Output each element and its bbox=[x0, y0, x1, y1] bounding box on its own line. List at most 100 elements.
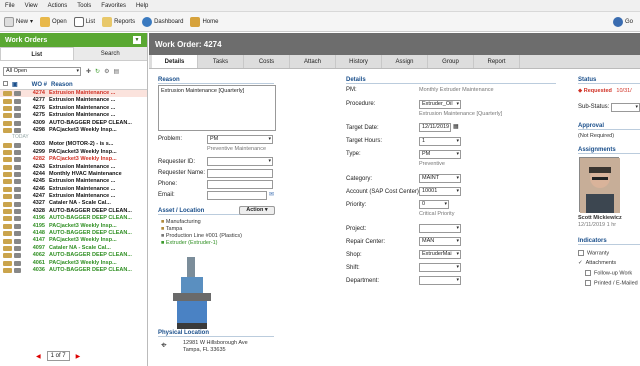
pager: ◀ 1 of 7 ▶ bbox=[30, 351, 86, 361]
table-row[interactable]: 4097 Cataler NA - Scale Cal... bbox=[0, 245, 147, 252]
open-button[interactable]: Open bbox=[40, 16, 67, 27]
asset-tree-item[interactable]: ■ Manufacturing bbox=[161, 219, 201, 225]
table-row[interactable]: 4298 PACjacket3 Weekly Insp... bbox=[0, 127, 147, 134]
indicator-printed[interactable]: Printed / E-Mailed bbox=[585, 280, 638, 286]
table-row[interactable]: 4246 Extrusion Maintenance ... bbox=[0, 186, 147, 193]
requester-name-label: Requester Name: bbox=[158, 170, 206, 176]
target-hours-select[interactable]: 1 bbox=[419, 137, 461, 146]
table-row[interactable]: 4062 AUTO-BAGGER DEEP CLEAN... bbox=[0, 252, 147, 259]
table-row[interactable]: 4243 Extrusion Maintenance ... bbox=[0, 164, 147, 171]
shift-select[interactable] bbox=[419, 263, 461, 272]
checkbox[interactable] bbox=[585, 270, 591, 276]
reports-button[interactable]: Reports bbox=[102, 16, 135, 27]
asset-tree-item[interactable]: ■ Production Line #001 (Plastics) bbox=[161, 233, 242, 239]
next-page-icon[interactable]: ▶ bbox=[76, 353, 81, 360]
indicator-follow-up[interactable]: Follow-up Work bbox=[585, 270, 632, 276]
table-row[interactable]: 4309 AUTO-BAGGER DEEP CLEAN... bbox=[0, 120, 147, 127]
go-button[interactable]: Go bbox=[612, 16, 633, 27]
priority-select[interactable]: 0 bbox=[419, 200, 449, 209]
table-row[interactable]: 4327 Cataler NA - Scale Cal... bbox=[0, 200, 147, 207]
tab-costs[interactable]: Costs bbox=[244, 55, 290, 68]
tab-list[interactable]: List bbox=[0, 47, 74, 60]
requester-name-field[interactable] bbox=[207, 169, 273, 178]
prev-page-icon[interactable]: ◀ bbox=[36, 353, 41, 360]
table-row[interactable]: 4299 PACjacket3 Weekly Insp... bbox=[0, 149, 147, 156]
menu-actions[interactable]: Actions bbox=[48, 3, 68, 9]
new-button[interactable]: New ▾ bbox=[4, 16, 33, 27]
tab-details[interactable]: Details bbox=[152, 55, 198, 68]
indicator-warranty[interactable]: Warranty bbox=[578, 250, 609, 256]
tab-search[interactable]: Search bbox=[74, 47, 148, 60]
repair-center-select[interactable]: MAN bbox=[419, 237, 461, 246]
indicator-attachments[interactable]: ✓ Attachments bbox=[578, 260, 616, 266]
columns-icon[interactable]: ▤ bbox=[113, 68, 119, 75]
settings-icon[interactable]: ⚙ bbox=[104, 68, 109, 75]
table-row[interactable]: 4196 AUTO-BAGGER DEEP CLEAN... bbox=[0, 215, 147, 222]
email-field[interactable] bbox=[207, 191, 267, 200]
filter-icon[interactable]: ✚ bbox=[86, 68, 91, 75]
project-select[interactable] bbox=[419, 224, 461, 233]
filter-select[interactable]: All Open bbox=[3, 66, 81, 76]
shop-select[interactable]: ExtruderMai bbox=[419, 250, 461, 259]
problem-select[interactable]: PM bbox=[207, 135, 273, 144]
tab-history[interactable]: History bbox=[336, 55, 382, 68]
table-row[interactable]: 4148 AUTO-BAGGER DEEP CLEAN... bbox=[0, 230, 147, 237]
requester-id-field[interactable] bbox=[207, 157, 273, 166]
assignee-name[interactable]: Scott Mickiewicz bbox=[578, 215, 622, 221]
tab-tasks[interactable]: Tasks bbox=[198, 55, 244, 68]
wo-column-header[interactable]: WO # bbox=[19, 82, 47, 88]
table-row[interactable]: 4328 AUTO-BAGGER DEEP CLEAN... bbox=[0, 208, 147, 215]
dashboard-button[interactable]: Dashboard bbox=[142, 16, 183, 27]
list-button[interactable]: List bbox=[73, 16, 95, 27]
chevron-down-icon[interactable]: ▼ bbox=[133, 36, 141, 44]
page-indicator[interactable]: 1 of 7 bbox=[46, 351, 70, 361]
menu-file[interactable]: File bbox=[5, 3, 15, 9]
table-row[interactable]: 4277 Extrusion Maintenance ... bbox=[0, 97, 147, 104]
calendar-icon[interactable]: ▦ bbox=[453, 123, 459, 130]
table-row[interactable]: 4282 PACjacket3 Weekly Insp... bbox=[0, 156, 147, 163]
table-row[interactable]: 4244 Monthly HVAC Maintenance bbox=[0, 171, 147, 178]
procedure-select[interactable]: Extruder_Oil bbox=[419, 100, 461, 109]
tab-group[interactable]: Group bbox=[428, 55, 474, 68]
target-date-field[interactable]: 12/11/2019 bbox=[419, 123, 451, 132]
list-header: ▣ WO # Reason bbox=[0, 80, 147, 90]
checkbox[interactable] bbox=[578, 250, 584, 256]
substatus-select[interactable] bbox=[611, 103, 640, 112]
table-row[interactable]: 4061 PACjacket3 Weekly Insp... bbox=[0, 260, 147, 267]
tab-attach[interactable]: Attach bbox=[290, 55, 336, 68]
refresh-icon[interactable]: ↻ bbox=[95, 68, 100, 75]
reason-column-header[interactable]: Reason bbox=[51, 82, 73, 88]
asset-tree-item[interactable]: ■ Extruder (Extruder-1) bbox=[161, 240, 218, 246]
menu-view[interactable]: View bbox=[25, 3, 38, 9]
avatar[interactable] bbox=[579, 157, 620, 213]
category-select[interactable]: MAINT bbox=[419, 174, 461, 183]
table-row[interactable]: 4036 AUTO-BAGGER DEEP CLEAN... bbox=[0, 267, 147, 274]
tab-report[interactable]: Report bbox=[474, 55, 520, 68]
priority-label: Priority: bbox=[346, 202, 367, 208]
table-row[interactable]: 4247 Extrusion Maintenance ... bbox=[0, 193, 147, 200]
menu-favorites[interactable]: Favorites bbox=[101, 3, 126, 9]
email-icon[interactable]: ✉ bbox=[269, 191, 274, 198]
department-select[interactable] bbox=[419, 276, 461, 285]
building-icon: ■ bbox=[161, 219, 165, 225]
reason-textarea[interactable]: Extrusion Maintenance [Quarterly] bbox=[158, 85, 276, 131]
action-button[interactable]: Action ▾ bbox=[239, 206, 275, 215]
type-select[interactable]: PM bbox=[419, 150, 461, 159]
tab-assign[interactable]: Assign bbox=[382, 55, 428, 68]
account-select[interactable]: 10001 bbox=[419, 187, 461, 196]
table-row[interactable]: 4274 Extrusion Maintenance ... bbox=[0, 90, 147, 98]
table-row[interactable]: 4147 PACjacket3 Weekly Insp... bbox=[0, 237, 147, 244]
select-all-checkbox[interactable] bbox=[3, 81, 12, 87]
work-order-list: 4274 Extrusion Maintenance ... 4277 Extrusi… bbox=[0, 90, 147, 274]
table-row[interactable]: 4276 Extrusion Maintenance ... bbox=[0, 105, 147, 112]
phone-field[interactable] bbox=[207, 180, 273, 189]
home-button[interactable]: Home bbox=[190, 16, 218, 27]
table-row[interactable]: 4195 PACjacket3 Weekly Insp... bbox=[0, 223, 147, 230]
checkbox[interactable] bbox=[585, 280, 591, 286]
table-row[interactable]: 4245 Extrusion Maintenance ... bbox=[0, 178, 147, 185]
menu-help[interactable]: Help bbox=[136, 3, 148, 9]
table-row[interactable]: 4275 Extrusion Maintenance ... bbox=[0, 112, 147, 119]
table-row[interactable]: 4303 Motor (MOTOR-2) - is s... bbox=[0, 141, 147, 148]
menu-tools[interactable]: Tools bbox=[77, 3, 91, 9]
asset-tree-item[interactable]: ■ Tampa bbox=[161, 226, 182, 232]
